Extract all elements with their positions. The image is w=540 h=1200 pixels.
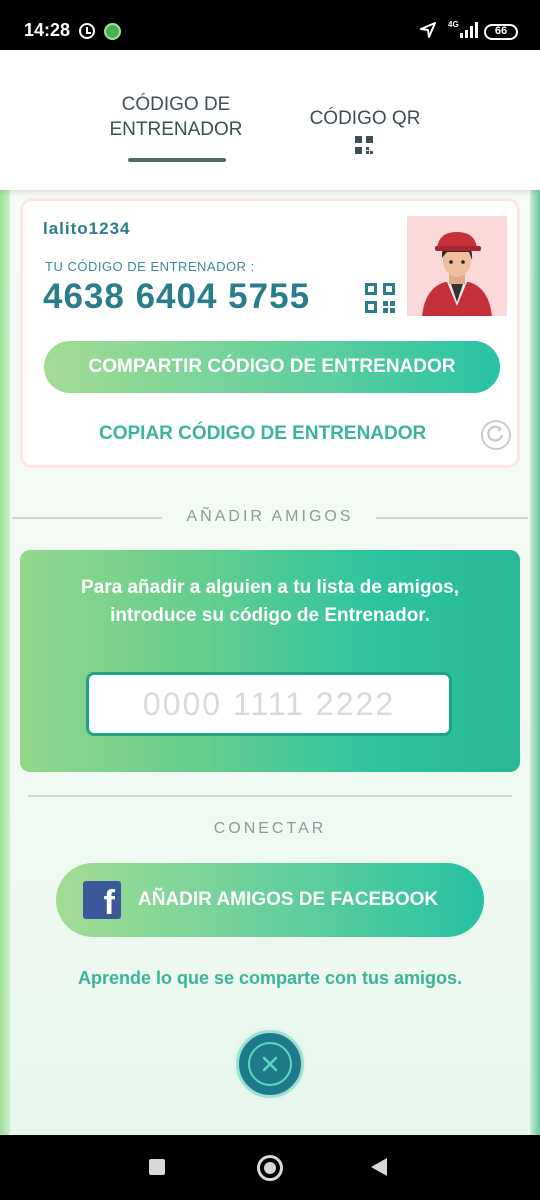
tab-bar: CÓDIGO DE ENTRENADOR CÓDIGO QR: [0, 50, 540, 190]
notification-app-icon: [104, 23, 121, 40]
learn-sharing-link[interactable]: Aprende lo que se comparte con tus amigo…: [0, 968, 540, 989]
facebook-button-label: AÑADIR AMIGOS DE FACEBOOK: [138, 889, 439, 910]
connect-divider: [28, 795, 512, 797]
battery-level: 66: [494, 25, 508, 37]
add-facebook-friends-button[interactable]: f AÑADIR AMIGOS DE FACEBOOK: [56, 863, 484, 937]
status-time: 14:28: [24, 20, 71, 40]
trainer-card: lalito1234 TU CÓDIGO DE ENTRENADOR : 463…: [20, 198, 520, 468]
recent-apps-icon[interactable]: [149, 1159, 165, 1175]
back-icon[interactable]: [371, 1158, 387, 1176]
trainer-code-label: TU CÓDIGO DE ENTRENADOR :: [45, 259, 255, 274]
connect-title: CONECTAR: [213, 820, 327, 837]
friend-code-input[interactable]: [86, 672, 452, 736]
status-bar: 14:28 4G 66: [0, 0, 540, 50]
divider-right: [376, 517, 528, 519]
close-button[interactable]: [236, 1030, 304, 1098]
alarm-icon: [79, 23, 95, 39]
copy-trainer-code-link[interactable]: COPIAR CÓDIGO DE ENTRENADOR: [99, 423, 426, 445]
close-button-ring: [248, 1042, 292, 1086]
add-friend-instructions: Para añadir a alguien a tu lista de amig…: [80, 577, 459, 626]
location-arrow-icon: [420, 22, 436, 38]
qr-tab-icon[interactable]: [355, 136, 373, 154]
signal-icon: 4G: [448, 20, 478, 40]
tab-trainer-code[interactable]: CÓDIGO DE ENTRENADOR: [100, 92, 252, 142]
tab-qr-code[interactable]: CÓDIGO QR: [295, 106, 435, 131]
refresh-icon[interactable]: [481, 420, 511, 450]
add-friend-panel: Para añadir a alguien a tu lista de amig…: [20, 550, 520, 772]
home-icon[interactable]: [257, 1155, 283, 1181]
share-trainer-code-button[interactable]: COMPARTIR CÓDIGO DE ENTRENADOR: [44, 341, 500, 393]
active-tab-indicator: [128, 158, 226, 162]
close-icon: [262, 1056, 278, 1072]
qr-code-icon[interactable]: [365, 283, 395, 313]
facebook-icon: f: [83, 881, 121, 919]
trainer-username: lalito1234: [43, 219, 131, 238]
app-screen: CÓDIGO DE ENTRENADOR CÓDIGO QR lalito123…: [0, 50, 540, 1135]
battery-icon: 66: [484, 24, 518, 40]
trainer-avatar: [407, 216, 507, 316]
system-navigation-bar: [0, 1135, 540, 1200]
trainer-code-value: 4638 6404 5755: [43, 277, 311, 316]
